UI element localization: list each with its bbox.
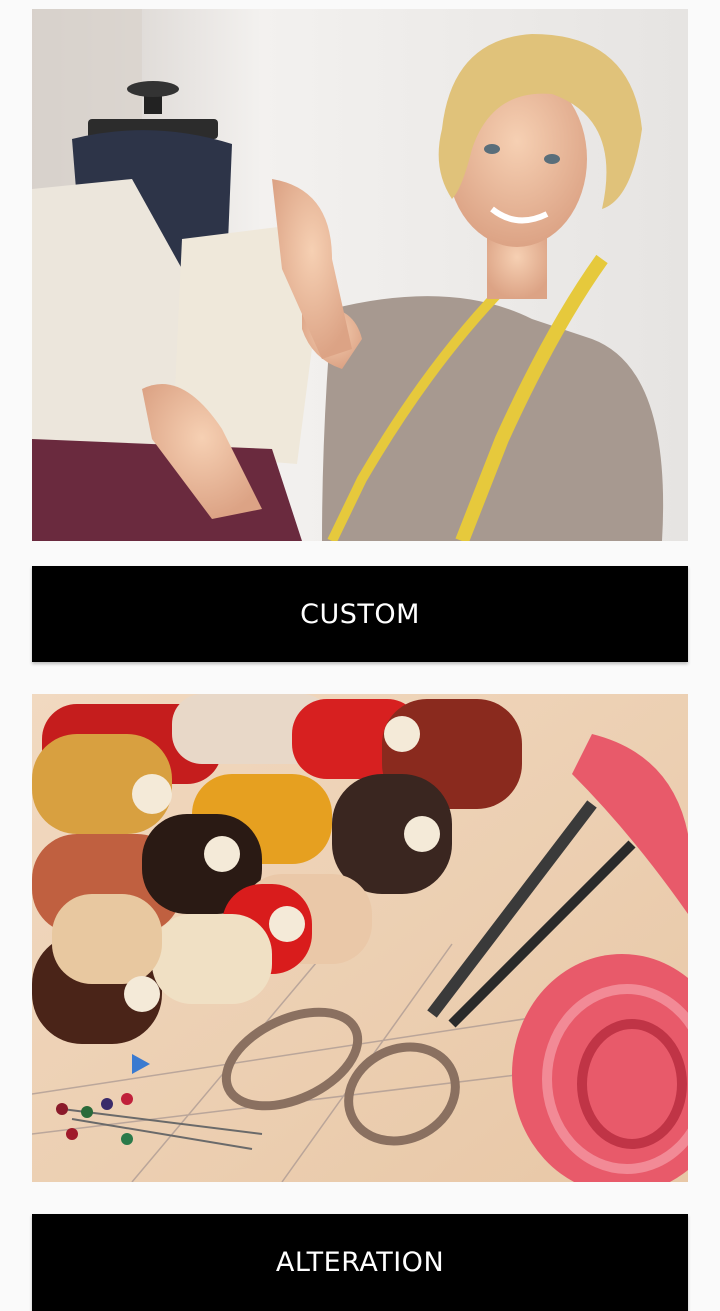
custom-service-image[interactable] [32,9,688,541]
alteration-button[interactable]: ALTERATION [32,1214,688,1311]
alteration-button-label: ALTERATION [275,1247,445,1278]
alteration-service-image[interactable] [32,694,688,1182]
sewing-supplies-illustration [32,694,688,1182]
custom-button-label: CUSTOM [300,598,420,630]
tailor-illustration [32,9,688,541]
custom-button[interactable]: CUSTOM [32,566,688,662]
